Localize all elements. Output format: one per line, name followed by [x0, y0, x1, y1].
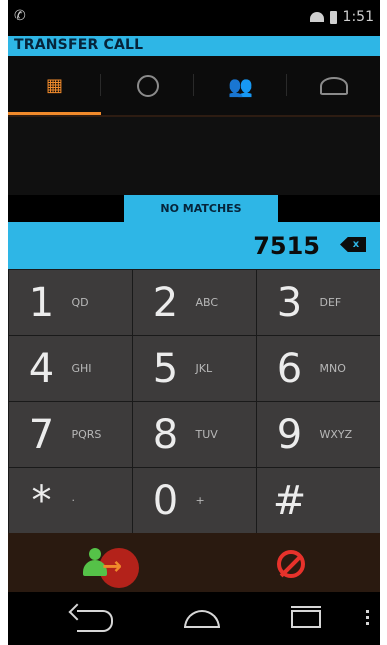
key-6[interactable]: 6 MNO [257, 336, 380, 401]
status-bar: ✆ 1:51 [8, 0, 380, 36]
tab-bar: ▦ 👥 [8, 56, 380, 115]
contacts-group-icon: 👥 [228, 73, 253, 98]
key-letters: GHI [71, 362, 92, 375]
key-letters: QD [71, 296, 89, 309]
key-7[interactable]: 7 PQRS [9, 402, 132, 467]
key-digit: 7 [28, 411, 55, 458]
system-nav-bar [8, 592, 380, 645]
key-letters: JKL [195, 362, 213, 375]
call-actions-bar: → [8, 533, 380, 592]
key-5[interactable]: 5 JKL [133, 336, 256, 401]
tab-dialpad[interactable]: ▦ [8, 56, 101, 115]
wifi-icon [309, 12, 324, 22]
key-letters: TUV [195, 428, 218, 441]
key-digit: 6 [276, 345, 303, 392]
recent-apps-icon[interactable] [291, 606, 321, 628]
key-letters: MNO [319, 362, 346, 375]
keypad: 1 QD 2 ABC 3 DEF 4 GHI 5 JKL 6 MNO 7 PQRS 8 TUV … [8, 269, 380, 533]
key-9[interactable]: 9 WXYZ [257, 402, 380, 467]
key-3[interactable]: 3 DEF [257, 270, 380, 335]
key-letters: + [195, 494, 205, 507]
key-digit: # [272, 477, 307, 524]
back-icon[interactable] [77, 610, 113, 632]
tab-address-book[interactable] [287, 56, 380, 115]
tab-recent[interactable] [101, 56, 194, 115]
key-digit: 5 [152, 345, 179, 392]
arrow-right-icon: → [102, 552, 123, 580]
menu-icon[interactable] [366, 610, 370, 628]
phone-notification-icon: ✆ [14, 8, 26, 24]
home-icon[interactable] [184, 610, 220, 628]
key-digit: 2 [152, 279, 179, 326]
key-digit: 1 [28, 279, 55, 326]
title-bar: TRANSFER CALL [8, 36, 380, 56]
key-star[interactable]: * · [9, 468, 132, 533]
tab-contacts[interactable]: 👥 [194, 56, 287, 115]
page-title: TRANSFER CALL [14, 37, 144, 53]
number-entry: 7515 x [8, 222, 380, 269]
backspace-icon[interactable]: x [340, 237, 366, 252]
key-letters: PQRS [71, 428, 102, 441]
transfer-call-button[interactable]: → [79, 544, 139, 588]
battery-icon [329, 10, 337, 24]
key-digit: 9 [276, 411, 303, 458]
key-digit: * [31, 477, 52, 524]
key-digit: 4 [28, 345, 55, 392]
cancel-icon[interactable] [277, 550, 305, 578]
status-time: 1:51 [342, 9, 374, 25]
key-0[interactable]: 0 + [133, 468, 256, 533]
dialpad-icon: ▦ [45, 75, 63, 96]
key-hash[interactable]: # [257, 468, 380, 533]
phone-screen: ✆ 1:51 TRANSFER CALL ▦ 👥 NO MATCHES 7515 [8, 0, 380, 645]
key-letters: WXYZ [319, 428, 353, 441]
key-letters: ABC [195, 296, 219, 309]
results-area [8, 117, 380, 195]
key-digit: 0 [152, 477, 179, 524]
key-digit: 3 [276, 279, 303, 326]
no-matches-label: NO MATCHES [124, 195, 278, 222]
key-letters: DEF [319, 296, 342, 309]
key-4[interactable]: 4 GHI [9, 336, 132, 401]
key-2[interactable]: 2 ABC [133, 270, 256, 335]
key-letters: · [71, 494, 76, 507]
key-digit: 8 [152, 411, 179, 458]
key-1[interactable]: 1 QD [9, 270, 132, 335]
status-right: 1:51 [309, 9, 374, 25]
dialed-number: 7515 [253, 232, 320, 260]
address-book-icon [319, 76, 348, 95]
clock-icon [136, 74, 159, 97]
key-8[interactable]: 8 TUV [133, 402, 256, 467]
